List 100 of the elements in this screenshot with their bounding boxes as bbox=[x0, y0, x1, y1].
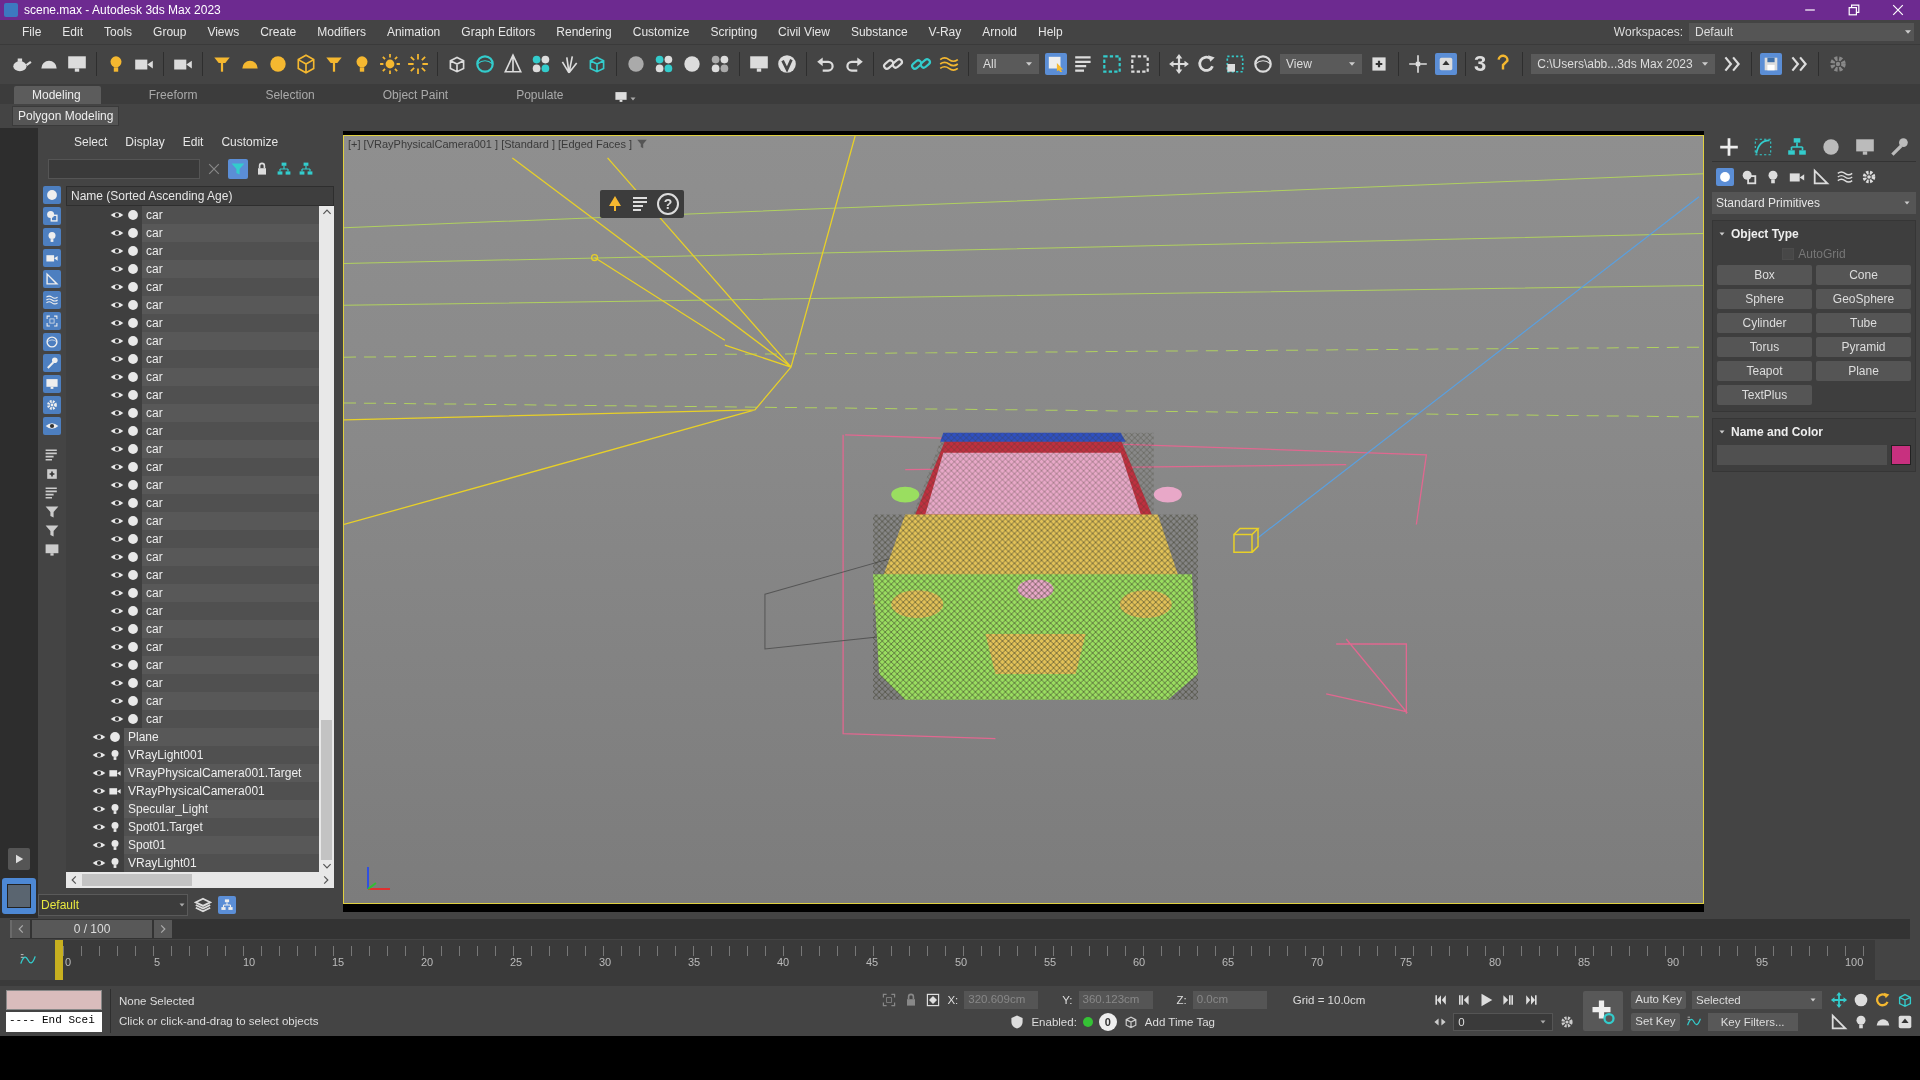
list-icon[interactable] bbox=[44, 485, 60, 501]
layer-dropdown[interactable]: Default bbox=[38, 894, 188, 916]
select-object-icon[interactable] bbox=[1045, 52, 1067, 75]
color-swatch[interactable] bbox=[1891, 445, 1911, 465]
ribbon-tab[interactable]: Object Paint bbox=[364, 86, 469, 104]
scrollbar-thumb[interactable] bbox=[82, 873, 192, 886]
eye-icon[interactable] bbox=[43, 417, 61, 435]
layers-icon[interactable] bbox=[194, 896, 212, 914]
menu-item[interactable]: Create bbox=[250, 25, 308, 39]
menu-item[interactable]: Customize bbox=[622, 25, 701, 39]
save-icon[interactable] bbox=[1759, 52, 1782, 75]
ribbon-tab[interactable]: Selection bbox=[247, 86, 335, 104]
funnel-icon[interactable] bbox=[44, 523, 60, 539]
primitive-button[interactable]: Tube bbox=[1816, 313, 1911, 333]
auto-key-button[interactable]: Auto Key bbox=[1631, 991, 1686, 1009]
play-icon[interactable] bbox=[13, 853, 25, 865]
waves-icon[interactable] bbox=[1836, 168, 1854, 186]
menu-item[interactable]: Modifiers bbox=[307, 25, 377, 39]
hierarchy-icon[interactable] bbox=[1786, 135, 1808, 158]
vertical-scrollbar[interactable] bbox=[319, 205, 334, 872]
primitive-button[interactable]: Sphere bbox=[1717, 289, 1812, 309]
scrollbar-thumb[interactable] bbox=[321, 719, 332, 860]
ribbon-tab[interactable]: Populate bbox=[498, 86, 584, 104]
primitive-button[interactable]: Torus bbox=[1717, 337, 1812, 357]
rollout-title[interactable]: Name and Color bbox=[1731, 425, 1823, 439]
menu-item[interactable]: Tools bbox=[94, 25, 144, 39]
menu-item[interactable]: Animation bbox=[376, 25, 452, 39]
maxscript-listener-field[interactable] bbox=[6, 990, 102, 1010]
play-button[interactable] bbox=[8, 848, 30, 870]
help-button[interactable]: ? bbox=[657, 193, 679, 215]
column-header[interactable]: Name (Sorted Ascending Age) bbox=[66, 186, 334, 206]
list-icon[interactable] bbox=[44, 447, 60, 463]
shapes-icon[interactable] bbox=[1740, 168, 1758, 186]
hierarchy-icon[interactable] bbox=[298, 161, 314, 177]
ribbon-tab[interactable]: Freeform bbox=[130, 86, 218, 104]
primitive-button[interactable]: Pyramid bbox=[1816, 337, 1911, 357]
snap-dimension-button[interactable]: 3 bbox=[1474, 51, 1487, 76]
wrench-icon[interactable] bbox=[43, 354, 61, 372]
menu-item[interactable]: Graph Editors bbox=[451, 25, 547, 39]
explorer-menu-item[interactable]: Select bbox=[74, 135, 108, 149]
selection-filter-dropdown[interactable]: All bbox=[977, 53, 1039, 74]
cube-icon[interactable] bbox=[1896, 991, 1914, 1009]
time-slider-track[interactable]: 0 / 100 bbox=[10, 919, 1910, 939]
rotate-icon[interactable] bbox=[1196, 52, 1218, 75]
polyhedron-icon[interactable] bbox=[295, 52, 317, 75]
explorer-menu-item[interactable]: Customize bbox=[221, 135, 279, 149]
enabled-indicator[interactable] bbox=[1082, 1017, 1093, 1027]
camera-icon[interactable] bbox=[43, 249, 61, 267]
shapes-icon[interactable] bbox=[43, 207, 61, 225]
funnel-icon[interactable] bbox=[44, 504, 60, 520]
menu-item[interactable]: Rendering bbox=[546, 25, 623, 39]
workspaces-dropdown[interactable]: Default bbox=[1689, 23, 1914, 41]
menu-item[interactable]: Arnold bbox=[972, 25, 1028, 39]
triangle-icon[interactable] bbox=[43, 270, 61, 288]
frame-icon[interactable] bbox=[43, 312, 61, 330]
sphere-icon[interactable] bbox=[1252, 52, 1274, 75]
triangle-icon[interactable] bbox=[1812, 168, 1830, 186]
adaptive-degradation-button[interactable]: 0 bbox=[1098, 1013, 1117, 1031]
explorer-menu-item[interactable]: Edit bbox=[182, 135, 204, 149]
reference-coordinate-dropdown[interactable]: View bbox=[1280, 53, 1362, 74]
key-mode-dropdown[interactable]: Selected bbox=[1692, 991, 1822, 1009]
crosshair-icon[interactable] bbox=[1407, 52, 1429, 75]
window-crossing-icon[interactable] bbox=[1129, 52, 1151, 75]
sphere-icon[interactable] bbox=[474, 52, 496, 75]
primitive-button[interactable]: GeoSphere bbox=[1816, 289, 1911, 309]
rollout-title[interactable]: Object Type bbox=[1731, 227, 1799, 241]
time-configuration-icon[interactable] bbox=[1559, 1014, 1576, 1030]
primitive-button[interactable]: Cylinder bbox=[1717, 313, 1812, 333]
move-icon[interactable] bbox=[1168, 52, 1190, 75]
explorer-menu-item[interactable]: Display bbox=[125, 135, 165, 149]
menu-item[interactable]: Scripting bbox=[700, 25, 769, 39]
lightbulb-icon[interactable] bbox=[43, 228, 61, 246]
monitor-icon[interactable] bbox=[43, 375, 61, 393]
maximize-icon[interactable] bbox=[1896, 1013, 1914, 1031]
monitor-icon[interactable] bbox=[44, 542, 60, 558]
menu-item[interactable]: Edit bbox=[52, 25, 95, 39]
project-folder-dropdown[interactable]: C:\Users\abb...3ds Max 2023 bbox=[1531, 53, 1715, 74]
ribbon-panel-button[interactable]: Polygon Modeling bbox=[12, 106, 120, 126]
waves-icon[interactable] bbox=[43, 291, 61, 309]
key-filters-button[interactable]: Key Filters... bbox=[1707, 1013, 1798, 1031]
create-icon[interactable] bbox=[1718, 135, 1740, 158]
gear-icon[interactable] bbox=[1860, 168, 1878, 186]
utilities-icon[interactable] bbox=[1888, 135, 1910, 158]
menu-item[interactable]: Help bbox=[1028, 25, 1074, 39]
ring-icon[interactable] bbox=[43, 333, 61, 351]
restore-icon[interactable] bbox=[1846, 2, 1862, 18]
viewport-layout-button[interactable] bbox=[2, 878, 36, 914]
square-icon[interactable] bbox=[44, 466, 60, 482]
primitive-button[interactable]: Box bbox=[1717, 265, 1812, 285]
timeline-track[interactable]: 0 5 10 15 20 25 30 35 40 45 50 55 60 65 70 75 80 85 90 95 100 bbox=[55, 940, 1875, 980]
menu-item[interactable]: Views bbox=[197, 25, 251, 39]
primitive-button[interactable]: Plane bbox=[1816, 361, 1911, 381]
menu-item[interactable]: Substance bbox=[840, 25, 919, 39]
menu-item[interactable]: Civil View bbox=[768, 25, 841, 39]
burst-icon[interactable] bbox=[407, 52, 429, 75]
time-tag-label[interactable]: Add Time Tag bbox=[1144, 1016, 1215, 1028]
absolute-mode-icon[interactable] bbox=[925, 992, 942, 1008]
menu-item[interactable]: File bbox=[12, 25, 53, 39]
menu-item[interactable]: Group bbox=[143, 25, 198, 39]
rectangle-selection-icon[interactable] bbox=[1101, 52, 1123, 75]
